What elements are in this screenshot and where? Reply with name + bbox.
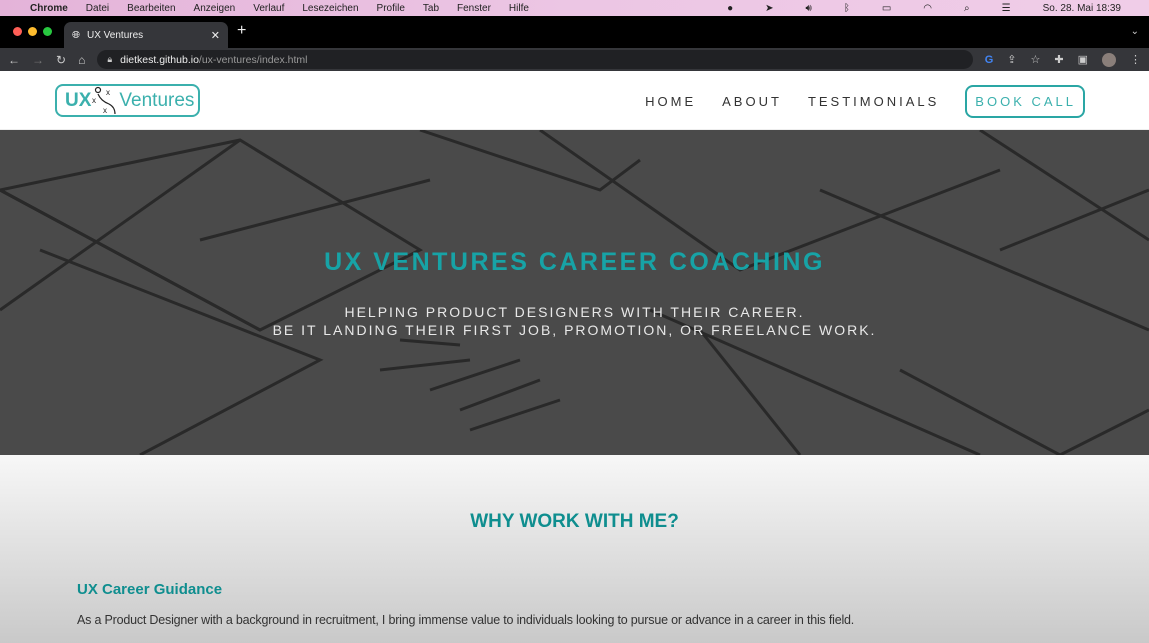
battery-icon[interactable]: ▭ [882, 3, 891, 14]
reload-icon[interactable]: ↻ [56, 53, 66, 67]
menu-profile[interactable]: Profile [377, 3, 405, 14]
svg-text:x: x [92, 96, 96, 105]
nav-home[interactable]: HOME [645, 94, 696, 109]
new-tab-button[interactable]: + [237, 22, 246, 40]
menu-kebab-icon[interactable]: ⋮ [1130, 53, 1141, 66]
wifi-icon[interactable]: ◠ [923, 3, 932, 14]
share-icon[interactable]: ⇪ [1007, 53, 1016, 66]
side-panel-icon[interactable]: ▣ [1078, 53, 1088, 66]
zoom-window-button[interactable] [43, 27, 52, 36]
logo-ventures: Ventures [119, 89, 195, 111]
nav-testimonials[interactable]: TESTIMONIALS [808, 94, 939, 109]
hero-section: UX VENTURES CAREER COACHING HELPING PROD… [0, 130, 1149, 455]
site-header: UX xxx Ventures HOME ABOUT TESTIMONIALS … [0, 71, 1149, 130]
address-bar[interactable]: 🔒︎ dietkest.github.io/ux-ventures/index.… [97, 50, 973, 69]
menu-verlauf[interactable]: Verlauf [253, 3, 284, 14]
forward-icon[interactable]: → [32, 53, 44, 67]
book-call-button[interactable]: BOOK CALL [965, 85, 1085, 118]
google-icon[interactable]: G [985, 54, 994, 66]
logo-play-icon: xxx [92, 86, 117, 115]
close-tab-icon[interactable]: ✕ [211, 29, 220, 42]
why-section: WHY WORK WITH ME? UX Career Guidance As … [0, 455, 1149, 643]
url-path: /ux-ventures/index.html [198, 53, 308, 66]
lock-icon: 🔒︎ [107, 54, 113, 64]
browser-tab[interactable]: 🌐︎ UX Ventures ✕ [64, 22, 228, 48]
back-icon[interactable]: ← [8, 53, 20, 67]
minimize-window-button[interactable] [28, 27, 37, 36]
close-window-button[interactable] [13, 27, 22, 36]
tab-title: UX Ventures [87, 29, 144, 41]
clock[interactable]: So. 28. Mai 18:39 [1043, 3, 1121, 14]
main-nav: HOME ABOUT TESTIMONIALS BOOK CALL [645, 85, 1085, 118]
menu-app[interactable]: Chrome [30, 3, 68, 14]
menu-datei[interactable]: Datei [86, 3, 109, 14]
menu-lesezeichen[interactable]: Lesezeichen [302, 3, 358, 14]
url-host: dietkest.github.io [120, 53, 199, 66]
wireframe-sketch-background [0, 130, 1149, 455]
hero-subtitle-line2: BE IT LANDING THEIR FIRST JOB, PROMOTION… [272, 322, 877, 338]
bluetooth-icon[interactable]: ᛒ [844, 3, 850, 14]
record-icon[interactable]: ● [727, 3, 733, 14]
svg-text:x: x [103, 106, 107, 115]
tab-search-chevron-icon[interactable]: ⌄ [1131, 26, 1139, 37]
globe-icon: 🌐︎ [72, 29, 80, 41]
hero-subtitle-line1: HELPING PRODUCT DESIGNERS WITH THEIR CAR… [344, 304, 805, 320]
tab-strip: 🌐︎ UX Ventures ✕ + ⌄ [0, 16, 1149, 48]
guidance-text: As a Product Designer with a background … [77, 613, 855, 627]
logo[interactable]: UX xxx Ventures [55, 84, 200, 117]
volume-icon[interactable]: 🔊︎ [806, 3, 812, 14]
control-center-icon[interactable]: ☰ [1002, 3, 1011, 14]
hero-title: UX VENTURES CAREER COACHING [324, 248, 825, 276]
svg-text:x: x [106, 88, 110, 97]
logo-ux: UX [65, 89, 92, 111]
menu-fenster[interactable]: Fenster [457, 3, 491, 14]
home-icon[interactable]: ⌂ [78, 53, 85, 67]
why-title: WHY WORK WITH ME? [470, 511, 679, 532]
toolbar: ← → ↻ ⌂ 🔒︎ dietkest.github.io/ux-venture… [0, 48, 1149, 71]
search-icon[interactable]: ⌕ [964, 3, 970, 14]
menu-bearbeiten[interactable]: Bearbeiten [127, 3, 175, 14]
guidance-heading: UX Career Guidance [77, 581, 223, 598]
nav-about[interactable]: ABOUT [722, 94, 782, 109]
profile-avatar[interactable] [1102, 52, 1116, 67]
location-icon[interactable]: ➤ [765, 3, 773, 14]
macos-menubar: Chrome Datei Bearbeiten Anzeigen Verlauf… [0, 0, 1149, 16]
extensions-icon[interactable]: ✚ [1054, 53, 1063, 66]
menu-anzeigen[interactable]: Anzeigen [194, 3, 236, 14]
star-icon[interactable]: ☆ [1031, 53, 1041, 66]
window-controls [13, 27, 52, 36]
menu-hilfe[interactable]: Hilfe [509, 3, 529, 14]
menu-tab[interactable]: Tab [423, 3, 439, 14]
